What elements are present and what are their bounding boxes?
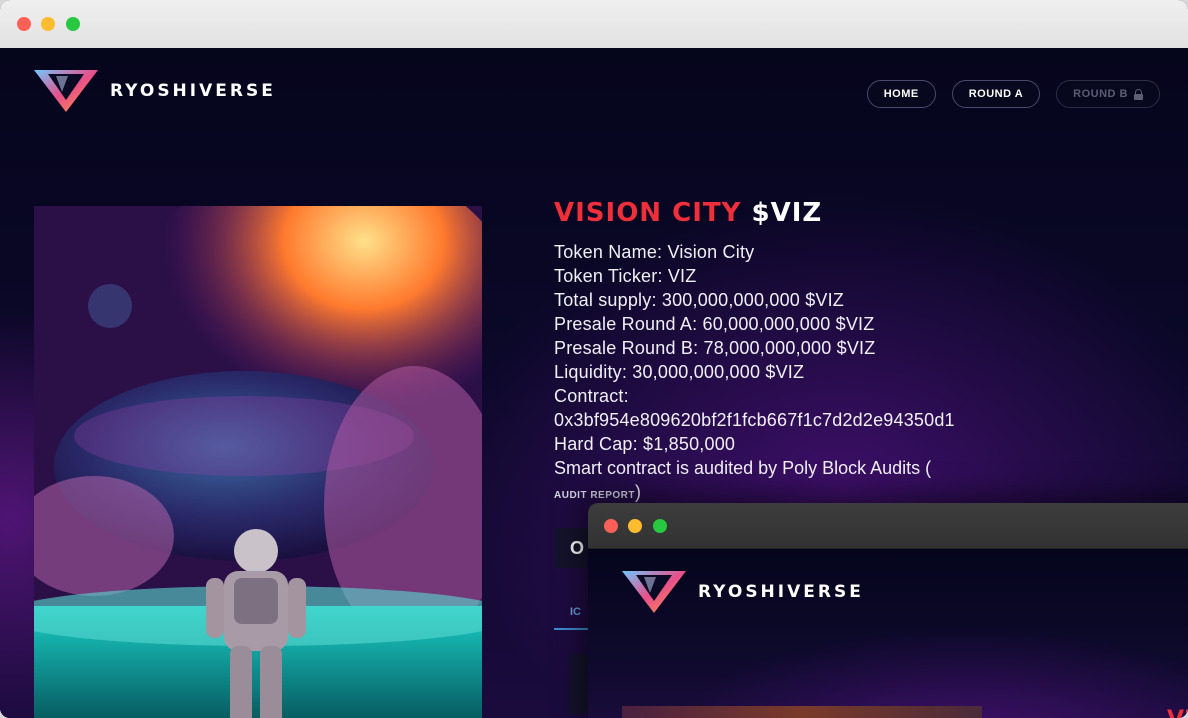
audit-text: Smart contract is audited by Poly Block … <box>554 458 932 478</box>
nested-brand-name: RYOSHIVERSE <box>698 582 864 602</box>
window-titlebar <box>0 0 1188 49</box>
panel-partial <box>570 654 590 714</box>
audit-report-link[interactable]: AUDIT REPORT <box>554 490 635 501</box>
tab-partial[interactable]: IC <box>554 606 590 630</box>
nested-close-button[interactable] <box>604 519 618 533</box>
nested-minimize-button[interactable] <box>628 519 642 533</box>
token-info-section: VISION CITY $VIZ Token Name: Vision City… <box>554 198 1134 508</box>
nested-window-titlebar <box>588 503 1188 549</box>
presale-round-b-line: Presale Round B: 78,000,000,000 $VIZ <box>554 338 876 358</box>
contract-label: Contract: <box>554 386 629 406</box>
audit-line: Smart contract is audited by Poly Block … <box>554 456 1134 480</box>
token-title-ticker: $VIZ <box>751 198 823 228</box>
audit-close-paren: ) <box>635 482 641 502</box>
nav-round-b-label: ROUND B <box>1073 88 1128 100</box>
nav-round-b-button[interactable]: ROUND B <box>1056 80 1160 108</box>
nested-logo-v-icon <box>622 571 686 613</box>
close-window-button[interactable] <box>17 17 31 31</box>
nested-token-title-partial: VIS <box>1167 707 1188 718</box>
hero-artwork-image <box>34 206 482 718</box>
minimize-window-button[interactable] <box>41 17 55 31</box>
hard-cap-line: Hard Cap: $1,850,000 <box>554 434 736 454</box>
site-logo[interactable]: RYOSHIVERSE <box>34 70 276 112</box>
token-name-line: Token Name: Vision City <box>554 242 755 262</box>
nested-website-page: RYOSHIVERSE VIS <box>588 549 1188 718</box>
nested-hero-artwork-partial <box>622 706 982 718</box>
top-nav: HOME ROUND A ROUND B <box>866 80 1160 108</box>
lock-icon <box>1134 89 1143 100</box>
presale-round-a-line: Presale Round A: 60,000,000,000 $VIZ <box>554 314 875 334</box>
liquidity-line: Liquidity: 30,000,000,000 $VIZ <box>554 362 805 382</box>
token-ticker-line: Token Ticker: VIZ <box>554 266 697 286</box>
nav-home-button[interactable]: HOME <box>866 80 936 108</box>
nav-round-a-button[interactable]: ROUND A <box>951 80 1041 108</box>
total-supply-line: Total supply: 300,000,000,000 $VIZ <box>554 290 845 310</box>
nested-maximize-button[interactable] <box>653 519 667 533</box>
nested-site-logo[interactable]: RYOSHIVERSE <box>622 571 864 613</box>
maximize-window-button[interactable] <box>66 17 80 31</box>
brand-name: RYOSHIVERSE <box>110 81 276 101</box>
nested-browser-window: RYOSHIVERSE VIS <box>588 503 1188 718</box>
browser-window: RYOSHIVERSE HOME ROUND A ROUND B VISION … <box>0 0 1188 718</box>
token-title: VISION CITY $VIZ <box>554 198 1134 228</box>
contract-address[interactable]: 0x3bf954e809620bf2f1fcb667f1c7d2d2e94350… <box>554 408 1134 432</box>
astronaut-artwork-icon <box>34 206 482 718</box>
logo-v-icon <box>34 70 98 112</box>
token-title-name: VISION CITY <box>554 198 742 228</box>
